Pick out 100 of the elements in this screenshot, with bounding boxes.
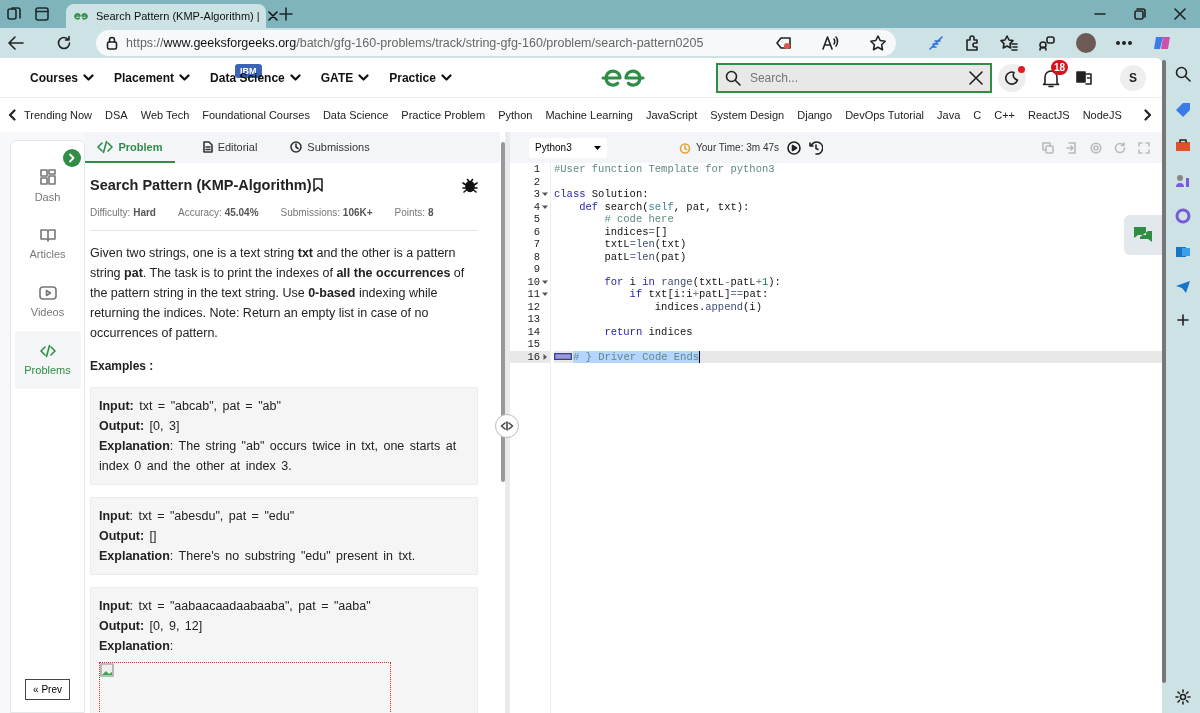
- video-icon: [38, 286, 57, 300]
- collections-icon[interactable]: [1038, 35, 1056, 51]
- scroll-right-icon[interactable]: [1144, 109, 1152, 121]
- chevron-down-icon: [440, 73, 452, 82]
- subnav-link[interactable]: C++: [994, 109, 1016, 121]
- new-tab-icon[interactable]: [279, 7, 293, 21]
- star-icon[interactable]: [870, 35, 886, 51]
- restore-icon[interactable]: [1134, 8, 1146, 20]
- code-line: for i in range(txtL-patL+1):: [603, 275, 781, 288]
- clear-icon[interactable]: [968, 70, 983, 85]
- example-line: Output: [0, 9, 12]: [99, 618, 204, 635]
- problem-tab[interactable]: Submissions: [285, 132, 375, 163]
- nav-menu[interactable]: Practice: [389, 70, 452, 85]
- split-arrows-icon: [500, 421, 514, 431]
- subnav-link[interactable]: Data Science: [322, 109, 389, 121]
- nav-menu[interactable]: GATE: [320, 70, 370, 85]
- bookmark-icon[interactable]: [311, 178, 324, 192]
- chat-icon: [1133, 226, 1153, 244]
- bug-icon[interactable]: [462, 177, 478, 193]
- send-icon[interactable]: [1175, 280, 1191, 294]
- broken-image-icon: [100, 663, 114, 677]
- workspaces-icon[interactable]: [6, 6, 22, 22]
- history-icon[interactable]: [809, 140, 823, 155]
- notification-count: 18: [1050, 59, 1069, 75]
- address-bar[interactable]: https://www.geeksforgeeks.org/batch/gfg-160-problems/track/string-gfg-160/problem/search-pattern0205: [96, 30, 896, 56]
- prev-button[interactable]: « Prev: [25, 679, 70, 700]
- code-line: class Solution:: [554, 188, 649, 201]
- rail-item[interactable]: Dash: [14, 157, 81, 215]
- line-number: 1: [533, 163, 540, 176]
- book-icon: [39, 228, 56, 242]
- extensions-icon[interactable]: [964, 35, 980, 51]
- subnav-link[interactable]: Web Tech: [140, 109, 190, 121]
- line-number: 16: [527, 350, 540, 363]
- site-logo-icon: [74, 12, 88, 20]
- subnav-link[interactable]: Trending Now: [24, 109, 93, 121]
- profile-avatar[interactable]: [1076, 33, 1096, 53]
- nav-menu[interactable]: Placement: [114, 70, 191, 85]
- moon-icon: [1004, 70, 1019, 85]
- subnav-link[interactable]: Python: [498, 109, 533, 121]
- examples-heading: Examples :: [90, 359, 155, 373]
- rail-item[interactable]: Videos: [14, 273, 81, 331]
- code-line: #User function Template for python3: [554, 163, 775, 176]
- favorites-icon[interactable]: [1000, 35, 1018, 51]
- line-number: 7: [533, 238, 540, 251]
- settings-icon[interactable]: [1175, 689, 1191, 705]
- problem-tab[interactable]: Editorial: [185, 132, 275, 163]
- line-number: 2: [533, 175, 540, 188]
- toolbox-icon[interactable]: [1175, 138, 1191, 152]
- tab-list-icon[interactable]: [34, 6, 50, 22]
- close-icon[interactable]: [267, 11, 278, 21]
- search-field[interactable]: Search...: [715, 62, 992, 93]
- search-icon: [724, 69, 741, 86]
- tag-icon[interactable]: [776, 36, 792, 50]
- translate-icon[interactable]: [1075, 69, 1092, 86]
- dark-mode-toggle[interactable]: [997, 63, 1026, 92]
- line-number: 6: [533, 225, 540, 238]
- user-avatar[interactable]: S: [1119, 64, 1146, 91]
- chevron-down-icon: [83, 73, 95, 82]
- nav-menu[interactable]: Courses: [30, 70, 95, 85]
- chevron-down-icon: [179, 73, 191, 82]
- line-number: 8: [533, 250, 540, 263]
- language-dropdown[interactable]: Python3: [529, 137, 607, 158]
- scrollbar[interactable]: [500, 142, 505, 482]
- page-scrollbar[interactable]: [1162, 60, 1166, 683]
- subnav-link[interactable]: Foundational Courses: [202, 109, 310, 121]
- rail-item[interactable]: Articles: [14, 215, 81, 273]
- add-icon[interactable]: [1177, 314, 1189, 326]
- subnav-link[interactable]: ReactJS: [1028, 109, 1070, 121]
- subnav-link[interactable]: Django: [797, 109, 833, 121]
- folded-code-icon[interactable]: [554, 353, 572, 361]
- subnav-link[interactable]: Practice Problem: [401, 109, 486, 121]
- read-aloud-icon[interactable]: [822, 36, 840, 50]
- subnav-link[interactable]: JavaScript: [645, 109, 698, 121]
- code-icon: [97, 139, 114, 154]
- rail-item[interactable]: Problems: [14, 331, 81, 389]
- timer-text: Your Time: 3m 47s: [696, 142, 779, 153]
- problem-tab[interactable]: Problem: [85, 132, 175, 163]
- problem-description: Given two strings, one is a text string txt and the other is a pattern string pat. The task is to print the indexes of all the occurrences of the pattern string in the text string. Use 0-based indexing while returning the indices. Note: Return an empty list in case of no occurrences of pattern.: [90, 245, 466, 342]
- line-number: 13: [527, 313, 540, 326]
- code-line: if txt[i:i+patL]==pat:: [628, 288, 769, 301]
- subnav-link[interactable]: Machine Learning: [545, 109, 633, 121]
- subnav-link[interactable]: DevOps Tutorial: [845, 109, 924, 121]
- more-icon[interactable]: [1116, 41, 1132, 45]
- play-icon[interactable]: [787, 140, 801, 155]
- chat-button[interactable]: [1124, 215, 1162, 255]
- search-icon[interactable]: [1175, 66, 1191, 82]
- code-line: patL=len(pat): [603, 250, 687, 263]
- fold-closed-icon[interactable]: [542, 353, 548, 360]
- scroll-left-icon[interactable]: [8, 109, 16, 121]
- subnav-link[interactable]: Java: [937, 109, 961, 121]
- subnav-link[interactable]: NodeJS: [1082, 109, 1122, 121]
- back-icon[interactable]: [8, 36, 24, 50]
- subnav-link[interactable]: System Design: [710, 109, 785, 121]
- reload-icon[interactable]: [56, 35, 72, 51]
- example-line: Output: [0, 3]: [99, 418, 181, 435]
- subnav-link[interactable]: DSA: [105, 109, 128, 121]
- subnav-link[interactable]: C: [973, 109, 982, 121]
- line-number: 5: [533, 213, 540, 226]
- line-number: 14: [527, 325, 540, 338]
- close-icon[interactable]: [1174, 8, 1186, 20]
